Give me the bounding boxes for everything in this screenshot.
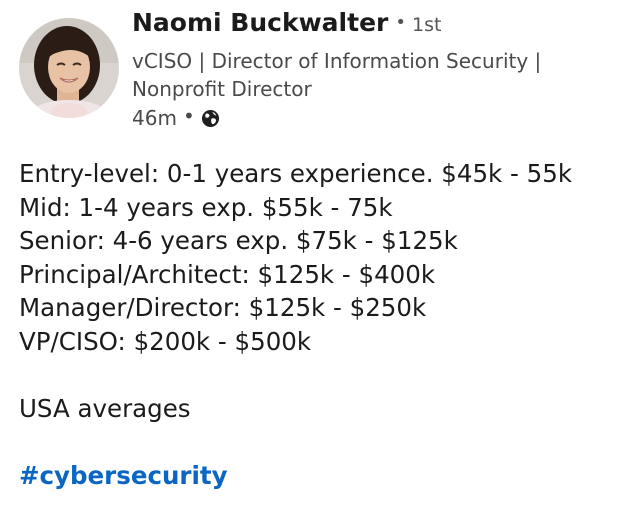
feed-post: Naomi Buckwalter • 1st vCISO | Director … xyxy=(0,0,633,520)
separator-dot: • xyxy=(395,12,406,33)
post-body-line: Senior: 4-6 years exp. $75k - $125k xyxy=(19,226,458,255)
avatar[interactable] xyxy=(19,18,119,118)
post-body-line: VP/CISO: $200k - $500k xyxy=(19,326,312,356)
author-headline[interactable]: vCISO | Director of Information Security… xyxy=(132,47,622,103)
post-meta: 46m • xyxy=(132,103,622,133)
connection-degree: 1st xyxy=(412,14,442,36)
post-note: USA averages xyxy=(19,393,191,423)
post-body-line: Mid: 1-4 years exp. $55k - 75k xyxy=(19,192,393,222)
hashtag-link[interactable]: #cybersecurity xyxy=(19,461,228,490)
author-name[interactable]: Naomi Buckwalter xyxy=(132,8,388,37)
post-timestamp: 46m xyxy=(132,106,177,130)
author-row: Naomi Buckwalter • 1st xyxy=(132,8,622,46)
globe-icon[interactable] xyxy=(201,109,220,128)
post-body-line: Entry-level: 0-1 years experience. $45k … xyxy=(19,159,573,188)
post-body-line: Manager/Director: $125k - $250k xyxy=(19,293,427,322)
post-body: Entry-level: 0-1 years experience. $45k … xyxy=(19,157,624,492)
post-body-line: Principal/Architect: $125k - $400k xyxy=(19,259,436,289)
separator-dot: • xyxy=(182,104,195,128)
post-header: Naomi Buckwalter • 1st vCISO | Director … xyxy=(132,8,622,133)
